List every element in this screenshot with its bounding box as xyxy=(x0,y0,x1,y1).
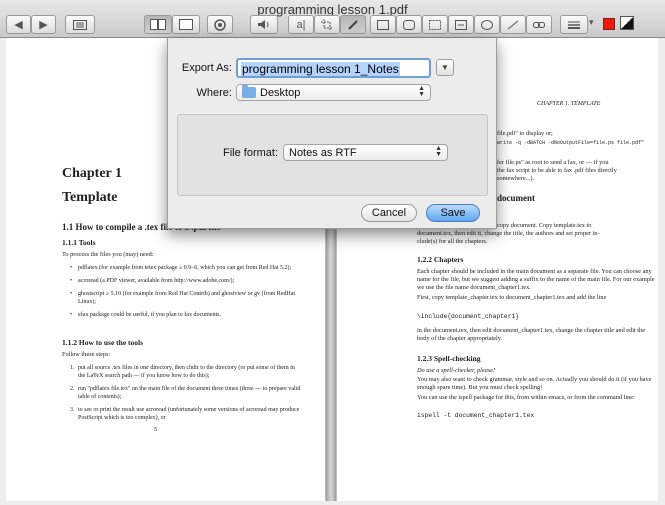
code-line: ispell -t document_chapter1.tex xyxy=(417,412,535,419)
subsection-heading: 1.1.2 How to use the tools xyxy=(62,338,144,347)
link-tool-button[interactable] xyxy=(526,15,552,34)
export-name-value: programming lesson 1_Notes xyxy=(241,62,400,76)
text-line: copy document. Copy template.tex to xyxy=(497,222,592,229)
text-line: clude(s) for all the chapters. xyxy=(417,238,488,245)
zoom-button[interactable] xyxy=(207,15,233,34)
paragraph: Follow these steps: xyxy=(62,351,111,358)
export-as-label: Export As: xyxy=(181,62,232,74)
rounded-rectangle-icon xyxy=(403,19,415,30)
page-number: 5 xyxy=(154,426,158,433)
single-page-icon xyxy=(179,19,193,30)
folder-icon xyxy=(242,85,256,98)
chevron-down-icon[interactable]: ▾ xyxy=(589,17,594,28)
oval-tool-button[interactable] xyxy=(474,15,500,34)
rectangle-tool-button[interactable] xyxy=(370,15,396,34)
speaker-icon xyxy=(258,20,269,29)
paragraph: You can use the ispell package for this,… xyxy=(417,394,635,401)
tools-list: pdflatex (for example from tetex package… xyxy=(70,264,302,324)
file-format-value: Notes as RTF xyxy=(289,146,357,159)
chevron-left-icon: ◀ xyxy=(14,19,23,31)
text-line: file.pdf" to display or; xyxy=(497,130,553,137)
text-box-icon xyxy=(429,19,441,30)
format-options-box: File format: Notes as RTF ▲ ▼ xyxy=(177,114,488,196)
running-head: CHAPTER 1. TEMPLATE xyxy=(537,101,601,107)
list-item: efax package could be useful, if you pla… xyxy=(70,311,302,319)
subsection-heading: 1.2.2 Chapters xyxy=(417,255,464,264)
paragraph: Do use a spell-checker, please! xyxy=(417,367,496,374)
text-line: write -q -dBATCH -dNoOutputFile=file.ps … xyxy=(497,140,645,146)
crop-icon xyxy=(321,18,333,31)
list-item: 3. to see or print the result use acrorea… xyxy=(70,407,300,421)
line-weight-icon xyxy=(568,21,580,29)
link-icon xyxy=(533,21,545,28)
expand-dialog-button[interactable]: ▼ xyxy=(436,59,454,76)
paragraph: in the document.tex, then edit document_… xyxy=(417,327,646,342)
popup-arrows-icon: ▲ ▼ xyxy=(435,145,442,158)
list-item: acroread (a PDF viewer, available from h… xyxy=(70,277,302,285)
line-style-button[interactable] xyxy=(560,15,588,34)
steps-list: 1. put all source .tex files in one direc… xyxy=(70,364,302,427)
window-toolbar: programming lesson 1.pdf ◀ ▶ a| ▾ xyxy=(0,0,665,38)
previous-page-button[interactable]: ◀ xyxy=(6,15,31,34)
cancel-button[interactable]: Cancel xyxy=(361,204,417,222)
two-page-view-button[interactable] xyxy=(144,15,172,34)
export-name-field[interactable]: programming lesson 1_Notes xyxy=(236,58,431,78)
chapter-number: Chapter 1 xyxy=(62,166,123,181)
sidebar-toggle-button[interactable] xyxy=(65,15,95,34)
line-tool-button[interactable] xyxy=(500,15,526,34)
file-format-popup[interactable]: Notes as RTF ▲ ▼ xyxy=(283,144,448,161)
chevron-down-icon: ▼ xyxy=(441,63,449,72)
save-button[interactable]: Save xyxy=(426,204,480,222)
chapter-title: Template xyxy=(62,190,118,205)
chevron-right-icon: ▶ xyxy=(39,19,48,31)
list-item: ghostscript ≥ 5.10 (for example from Red… xyxy=(70,290,302,306)
list-item: 2. run "pdflatex file.tex" on the main fi… xyxy=(70,386,301,400)
where-label: Where: xyxy=(196,87,232,99)
line-icon xyxy=(507,20,519,29)
paragraph: Each chapter should be included in the m… xyxy=(417,268,655,291)
subsection-heading: 1.1.1 Tools xyxy=(62,238,96,247)
crop-button[interactable] xyxy=(314,15,340,34)
text-line: document.tex, then edit it, change the t… xyxy=(417,230,600,237)
paragraph: To process the files you (may) need: xyxy=(62,251,154,258)
text-box-tool-button[interactable] xyxy=(422,15,448,34)
paragraph: You may also want to check grammar, styl… xyxy=(417,376,652,391)
rectangle-icon xyxy=(377,19,389,30)
list-item: pdflatex (for example from tetex package… xyxy=(70,264,302,272)
annotate-button[interactable] xyxy=(340,15,366,34)
speech-button[interactable] xyxy=(250,15,278,34)
text-line: somewhere...). xyxy=(497,175,535,182)
subsection-heading: 1.2.3 Spell-checking xyxy=(417,354,481,363)
two-page-icon xyxy=(150,19,166,30)
file-format-label: File format: xyxy=(222,147,278,159)
text-line: the fax script to be able to fax .pdf fi… xyxy=(497,167,617,174)
fill-color-swatch[interactable] xyxy=(620,16,634,30)
sidebar-icon xyxy=(73,19,87,30)
popup-arrows-icon: ▲ ▼ xyxy=(418,85,425,98)
list-item: 1. put all source .tex files in one direc… xyxy=(70,365,295,379)
text-select-button[interactable]: a| xyxy=(288,15,314,34)
export-dialog: Export As: programming lesson 1_Notes ▼ … xyxy=(167,38,497,229)
text-line: fer file.ps" as root to send a fax, or —… xyxy=(497,159,609,166)
next-page-button[interactable]: ▶ xyxy=(31,15,56,34)
code-line: \include{document_chapter1} xyxy=(417,313,520,320)
where-value: Desktop xyxy=(260,86,301,99)
pen-icon xyxy=(348,19,358,30)
note-tool-button[interactable] xyxy=(448,15,474,34)
single-page-view-button[interactable] xyxy=(172,15,200,34)
where-popup[interactable]: Desktop ▲ ▼ xyxy=(236,84,431,101)
target-icon xyxy=(214,18,226,31)
text-cursor-icon: a| xyxy=(296,18,306,31)
oval-icon xyxy=(481,19,493,30)
rounded-rect-tool-button[interactable] xyxy=(396,15,422,34)
paragraph: First, copy template_chapter.tex to docu… xyxy=(417,294,607,301)
section-heading: document xyxy=(497,193,535,203)
note-icon xyxy=(455,19,467,30)
color-swatch[interactable] xyxy=(603,18,615,30)
